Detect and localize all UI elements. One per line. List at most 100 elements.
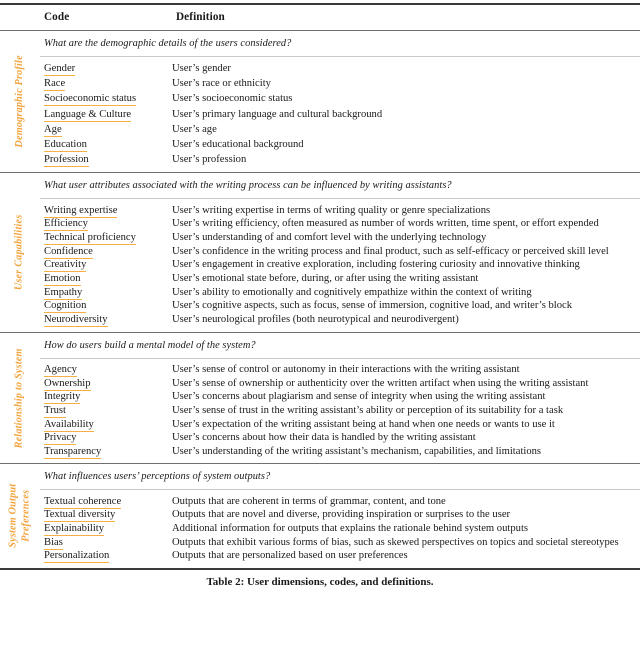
section-question: What influences users’ perceptions of sy… bbox=[44, 471, 271, 483]
row-code-text: Profession bbox=[44, 154, 89, 168]
row-code-text: Race bbox=[44, 78, 66, 92]
row-definition: User’s race or ethnicity bbox=[172, 78, 271, 90]
row-code-text: Privacy bbox=[44, 432, 77, 446]
row-definition: User’s age bbox=[172, 123, 217, 135]
table-row: Race User’s race or ethnicity bbox=[0, 76, 640, 92]
row-definition: User’s engagement in creative exploratio… bbox=[172, 259, 580, 271]
row-code-text: Confidence bbox=[44, 245, 93, 259]
row-code-text: Personalization bbox=[44, 550, 110, 564]
row-definition: User’s cognitive aspects, such as focus,… bbox=[172, 300, 573, 312]
row-code-text: Education bbox=[44, 139, 87, 153]
row-code-text: Textual coherence bbox=[44, 495, 122, 509]
row-definition: User’s profession bbox=[172, 154, 247, 166]
row-code: Writing expertise bbox=[44, 204, 172, 218]
table-sections: Demographic Profile What are the demograp… bbox=[0, 31, 640, 568]
row-code-text: Language & Culture bbox=[44, 108, 132, 122]
row-code: Agency bbox=[44, 363, 172, 377]
row-definition: User’s sense of trust in the writing ass… bbox=[172, 404, 564, 416]
table-caption: Table 2: User dimensions, codes, and def… bbox=[206, 575, 434, 588]
row-code: Technical proficiency bbox=[44, 232, 172, 246]
row-definition: User’s sense of ownership or authenticit… bbox=[172, 377, 589, 389]
table-row: Profession User’s profession bbox=[0, 152, 640, 168]
table-row: Gender User’s gender bbox=[0, 61, 640, 77]
row-code: Bias bbox=[44, 536, 172, 550]
row-code-text: Trust bbox=[44, 404, 66, 418]
row-code: Emotion bbox=[44, 273, 172, 287]
table-row: Personalization Outputs that are personal… bbox=[0, 549, 640, 564]
table-row: Education User’s educational background bbox=[0, 137, 640, 153]
table-row: Writing expertise User’s writing expertis… bbox=[0, 203, 640, 218]
row-code: Trust bbox=[44, 404, 172, 418]
row-code-text: Explainability bbox=[44, 523, 105, 537]
table-section: Demographic Profile What are the demograp… bbox=[0, 31, 640, 172]
table-section: System Output Preferences What influences… bbox=[0, 464, 640, 567]
row-definition: User’s sense of control or autonomy in t… bbox=[172, 363, 520, 375]
column-header-code: Code bbox=[44, 11, 70, 23]
row-code-text: Neurodiversity bbox=[44, 314, 108, 328]
row-definition: User’s neurological profiles (both neuro… bbox=[172, 314, 459, 326]
row-code-text: Socioeconomic status bbox=[44, 93, 137, 107]
row-code: Textual diversity bbox=[44, 509, 172, 523]
row-code: Transparency bbox=[44, 445, 172, 459]
table-row: Empathy User’s ability to emotionally and… bbox=[0, 285, 640, 300]
row-code: Availability bbox=[44, 418, 172, 432]
table-row: Transparency User’s understanding of the … bbox=[0, 445, 640, 459]
row-code: Language & Culture bbox=[44, 108, 172, 122]
row-definition: User’s socioeconomic status bbox=[172, 93, 293, 105]
row-code: Privacy bbox=[44, 432, 172, 446]
table-row: Socioeconomic status User’s socioeconomic… bbox=[0, 91, 640, 107]
table-section: Relationship to System How do users build… bbox=[0, 333, 640, 464]
row-code: Empathy bbox=[44, 286, 172, 300]
section-rows: Gender User’s gender Race User’s race or et… bbox=[0, 57, 640, 172]
row-code-text: Bias bbox=[44, 536, 63, 550]
row-code-text: Technical proficiency bbox=[44, 232, 136, 246]
table-row: Ownership User’s sense of ownership or au… bbox=[0, 376, 640, 391]
row-code: Ownership bbox=[44, 377, 172, 391]
user-dimensions-table: Code Definition Demographic Profile What … bbox=[0, 3, 640, 588]
row-definition: User’s emotional state before, during, o… bbox=[172, 273, 479, 285]
row-definition: User’s confidence in the writing process… bbox=[172, 245, 609, 257]
section-rows: Writing expertise User’s writing expertis… bbox=[0, 199, 640, 331]
section-rows: Textual coherence Outputs that are cohere… bbox=[0, 490, 640, 567]
table-header-row: Code Definition bbox=[0, 5, 640, 30]
table-row: Cognition User’s cognitive aspects, such … bbox=[0, 299, 640, 314]
row-definition: Outputs that are personalized based on u… bbox=[172, 550, 408, 562]
column-header-definition: Definition bbox=[176, 11, 225, 23]
table-row: Age User’s age bbox=[0, 122, 640, 137]
row-definition: Outputs that are novel and diverse, prov… bbox=[172, 509, 511, 521]
row-definition: User’s concerns about plagiarism and sen… bbox=[172, 391, 546, 403]
row-code-text: Transparency bbox=[44, 445, 102, 459]
row-code: Gender bbox=[44, 63, 172, 77]
row-code: Efficiency bbox=[44, 218, 172, 232]
row-definition: User’s expectation of the writing assist… bbox=[172, 418, 555, 430]
row-definition: User’s understanding of the writing assi… bbox=[172, 445, 542, 457]
table-row: Technical proficiency User’s understandin… bbox=[0, 231, 640, 246]
row-code-text: Age bbox=[44, 123, 62, 137]
row-code: Textual coherence bbox=[44, 495, 172, 509]
table-row: Trust User’s sense of trust in the writin… bbox=[0, 404, 640, 418]
section-rows: Agency User’s sense of control or autonom… bbox=[0, 359, 640, 464]
table-row: Explainability Additional information for… bbox=[0, 522, 640, 537]
row-definition: User’s writing efficiency, often measure… bbox=[172, 218, 599, 230]
row-definition: User’s understanding of and comfort leve… bbox=[172, 232, 487, 244]
row-code: Profession bbox=[44, 154, 172, 168]
row-definition: User’s ability to emotionally and cognit… bbox=[172, 286, 532, 298]
row-code-text: Ownership bbox=[44, 377, 91, 391]
row-code: Cognition bbox=[44, 300, 172, 314]
row-code: Confidence bbox=[44, 245, 172, 259]
table-row: Availability User’s expectation of the wr… bbox=[0, 417, 640, 432]
row-definition: Outputs that are coherent in terms of gr… bbox=[172, 495, 446, 507]
row-code: Explainability bbox=[44, 523, 172, 537]
table-row: Emotion User’s emotional state before, du… bbox=[0, 272, 640, 287]
row-code-text: Textual diversity bbox=[44, 509, 116, 523]
table-row: Confidence User’s confidence in the writi… bbox=[0, 244, 640, 259]
row-definition: User’s gender bbox=[172, 63, 231, 75]
row-code-text: Efficiency bbox=[44, 218, 88, 232]
row-code: Socioeconomic status bbox=[44, 93, 172, 107]
section-question: What user attributes associated with the… bbox=[44, 180, 452, 192]
row-code-text: Writing expertise bbox=[44, 204, 118, 218]
table-row: Agency User’s sense of control or autonom… bbox=[0, 363, 640, 377]
table-row: Integrity User’s concerns about plagiaris… bbox=[0, 390, 640, 405]
row-code: Education bbox=[44, 139, 172, 153]
row-code: Creativity bbox=[44, 259, 172, 273]
